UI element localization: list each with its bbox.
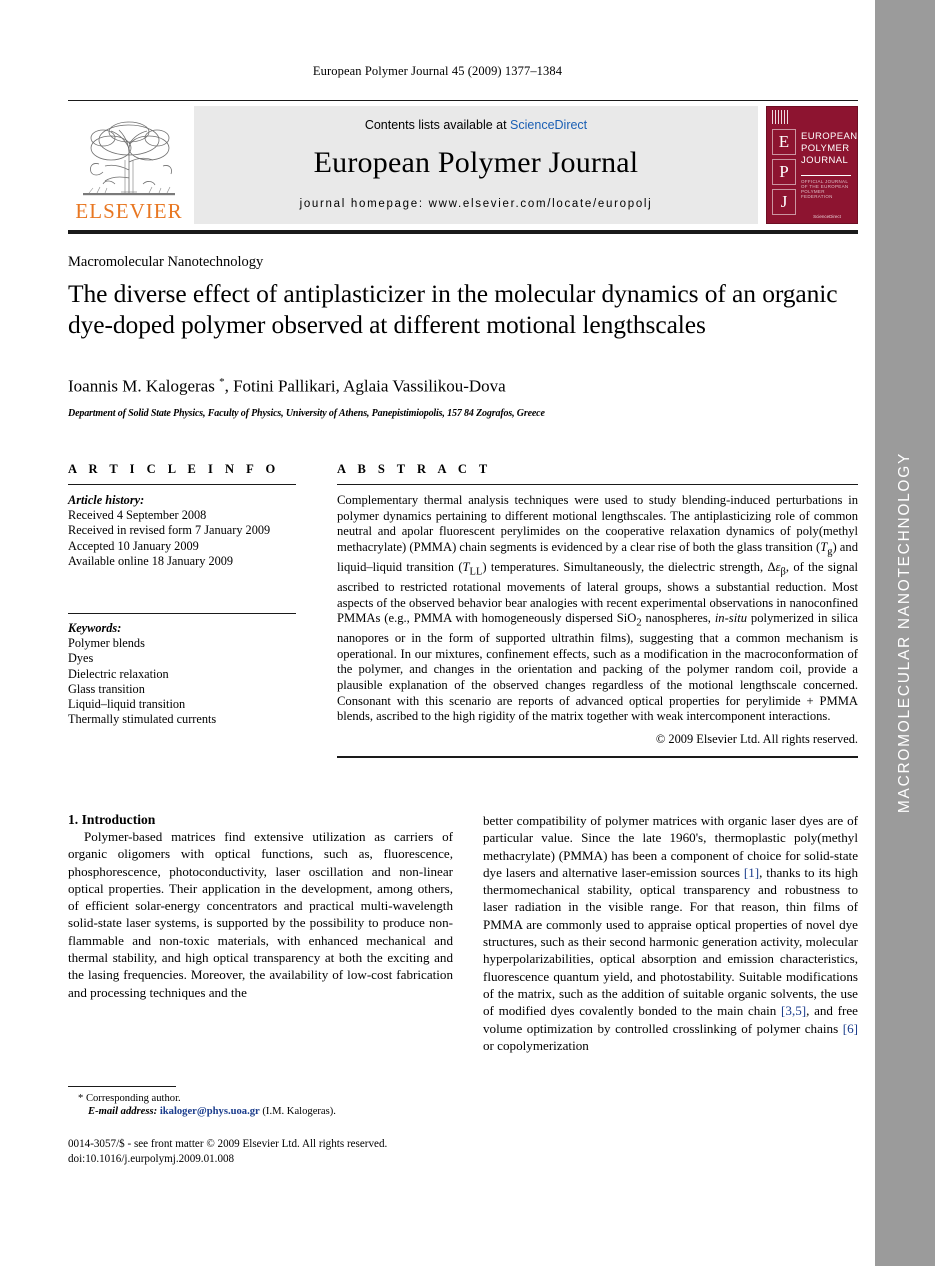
keyword-item: Glass transition xyxy=(68,681,145,696)
abstract-bottom-rule xyxy=(337,755,858,758)
abstract-copyright: © 2009 Elsevier Ltd. All rights reserved… xyxy=(655,731,858,746)
sciencedirect-link[interactable]: ScienceDirect xyxy=(510,118,587,132)
email-link[interactable]: ikaloger@phys.uoa.gr xyxy=(160,1106,260,1117)
keyword-item: Liquid–liquid transition xyxy=(68,697,186,712)
running-head: European Polymer Journal 45 (2009) 1377–… xyxy=(312,64,563,78)
imprint-line-2: doi:10.1016/j.eurpolymj.2009.01.008 xyxy=(68,1152,235,1165)
article-history-item: Received in revised form 7 January 2009 xyxy=(68,523,271,538)
contents-prefix: Contents lists available at xyxy=(364,118,511,132)
masthead-center: Contents lists available at ScienceDirec… xyxy=(194,106,758,224)
article-info-rule xyxy=(68,484,296,485)
section-label: Macromolecular Nanotechnology xyxy=(68,254,264,270)
cover-subtitle: OFFICIAL JOURNAL OF THE EUROPEAN POLYMER… xyxy=(801,179,849,199)
email-note: E-mail address: ikaloger@phys.uoa.gr (I.… xyxy=(78,1105,453,1118)
article-history-item: Accepted 10 January 2009 xyxy=(68,538,199,553)
cover-footer: ScienceDirect xyxy=(813,214,841,219)
cover-title: EUROPEAN POLYMER JOURNAL xyxy=(801,131,858,167)
keyword-item: Dielectric relaxation xyxy=(68,666,169,681)
keyword-item: Dyes xyxy=(68,651,94,666)
abstract-heading: A B S T R A C T xyxy=(337,462,492,476)
keywords-rule xyxy=(68,613,296,615)
masthead-body: ELSEVIER Contents lists available at Sci… xyxy=(68,106,858,224)
article-info-heading: A R T I C L E I N F O xyxy=(68,462,280,476)
email-owner: (I.M. Kalogeras). xyxy=(262,1106,336,1118)
cover-letter-e: E xyxy=(772,129,796,155)
author-list: Ioannis M. Kalogeras *, Fotini Pallikari… xyxy=(68,376,506,396)
body-column-right: better compatibility of polymer matrices… xyxy=(483,812,858,1054)
affiliation: Department of Solid State Physics, Facul… xyxy=(68,408,545,419)
article-history-item: Available online 18 January 2009 xyxy=(68,553,234,568)
introduction-paragraph-right: better compatibility of polymer matrices… xyxy=(483,813,858,1053)
journal-masthead: ELSEVIER Contents lists available at Sci… xyxy=(68,100,858,234)
cover-letter-p: P xyxy=(772,159,796,185)
introduction-heading: 1. Introduction xyxy=(68,812,156,827)
side-band-label: MACROMOLECULAR NANOTECHNOLOGY xyxy=(896,452,913,814)
imprint-line-1: 0014-3057/$ - see front matter © 2009 El… xyxy=(68,1138,388,1150)
cover-title-line-2: POLYMER xyxy=(801,143,850,154)
masthead-top-rule xyxy=(68,100,858,101)
article-history-block: Article history: Received 4 September 20… xyxy=(68,493,296,569)
article-info-column: A R T I C L E I N F O Article history: R… xyxy=(68,462,296,727)
keyword-item: Thermally stimulated currents xyxy=(68,712,217,727)
abstract-column: A B S T R A C T Complementary thermal an… xyxy=(337,462,858,758)
contents-available-line: Contents lists available at ScienceDirec… xyxy=(365,118,587,132)
abstract-rule xyxy=(337,484,858,485)
article-page: European Polymer Journal 45 (2009) 1377–… xyxy=(0,0,875,1266)
footnote-area: * Corresponding author. E-mail address: … xyxy=(68,1086,453,1119)
corresponding-author-note: * Corresponding author. xyxy=(78,1093,181,1104)
abstract-text: Complementary thermal analysis technique… xyxy=(337,493,858,724)
footnote-rule xyxy=(68,1086,176,1087)
side-band-label-container: MACROMOLECULAR NANOTECHNOLOGY xyxy=(875,0,935,1266)
elsevier-tree-icon xyxy=(83,121,175,196)
page-title: The diverse effect of antiplasticizer in… xyxy=(68,279,838,339)
introduction-paragraph-left: Polymer-based matrices find extensive ut… xyxy=(68,829,453,1000)
keywords-title: Keywords: xyxy=(68,621,122,636)
body-column-left: 1. Introduction Polymer-based matrices f… xyxy=(68,812,453,1001)
masthead-bottom-rule xyxy=(68,230,858,234)
cover-letter-column: E P J xyxy=(772,111,796,219)
footnote-text: * Corresponding author. E-mail address: … xyxy=(68,1092,453,1119)
elsevier-logo: ELSEVIER xyxy=(68,106,190,224)
journal-cover-thumbnail: E P J EUROPEAN POLYMER JOURNAL OFFICIAL … xyxy=(766,106,858,224)
imprint-block: 0014-3057/$ - see front matter © 2009 El… xyxy=(68,1137,568,1166)
journal-title: European Polymer Journal xyxy=(313,146,639,179)
elsevier-wordmark: ELSEVIER xyxy=(75,199,183,223)
cover-letter-j: J xyxy=(772,189,796,215)
article-history-item: Received 4 September 2008 xyxy=(68,508,207,523)
journal-homepage[interactable]: journal homepage: www.elsevier.com/locat… xyxy=(300,198,653,210)
article-history-title: Article history: xyxy=(68,493,145,507)
cover-title-line-3: JOURNAL xyxy=(801,155,849,166)
cover-title-line-1: EUROPEAN xyxy=(801,131,858,142)
keywords-block: Keywords: Polymer blends Dyes Dielectric… xyxy=(68,621,296,727)
keyword-item: Polymer blends xyxy=(68,636,145,651)
email-label: E-mail address: xyxy=(88,1106,158,1118)
cover-divider xyxy=(801,175,851,176)
